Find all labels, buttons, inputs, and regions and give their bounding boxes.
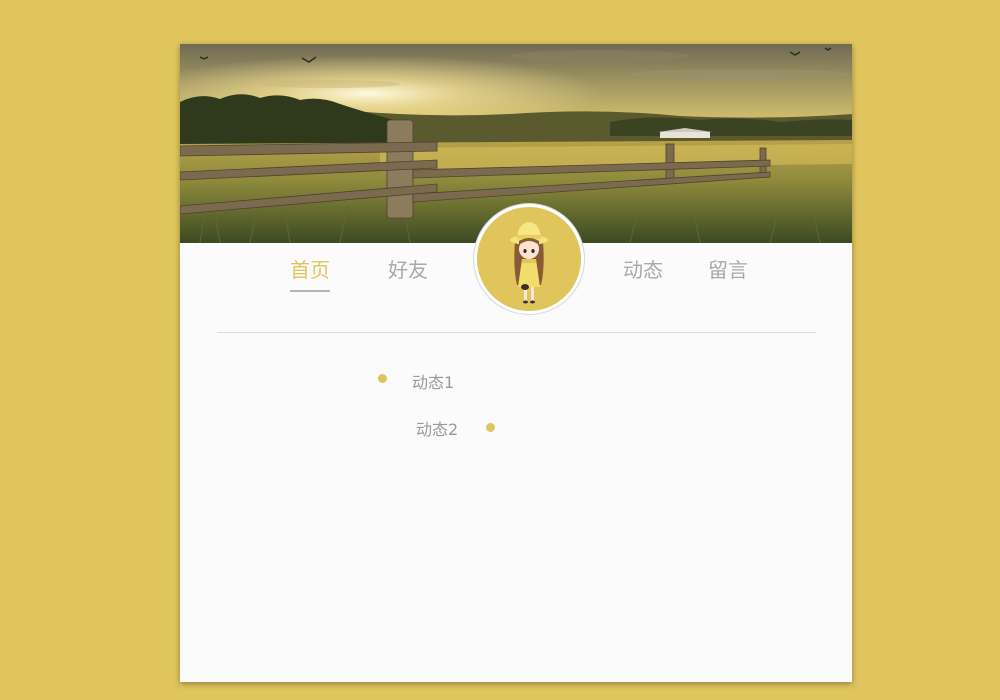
nav-item-friends[interactable]: 好友 <box>388 254 428 283</box>
timeline-dot <box>378 374 387 383</box>
girl-avatar-icon <box>510 222 548 304</box>
feed-item-1[interactable]: 动态1 <box>412 369 454 393</box>
profile-card: 首页 好友 动态 留言 动态1 动态2 <box>180 44 852 682</box>
nav-item-updates[interactable]: 动态 <box>623 254 663 283</box>
divider <box>217 332 816 333</box>
nav-item-home[interactable]: 首页 <box>290 254 330 292</box>
timeline-dot <box>486 423 495 432</box>
avatar[interactable] <box>474 204 584 314</box>
feed-item-2[interactable]: 动态2 <box>416 416 458 440</box>
nav-item-messages[interactable]: 留言 <box>708 254 748 283</box>
